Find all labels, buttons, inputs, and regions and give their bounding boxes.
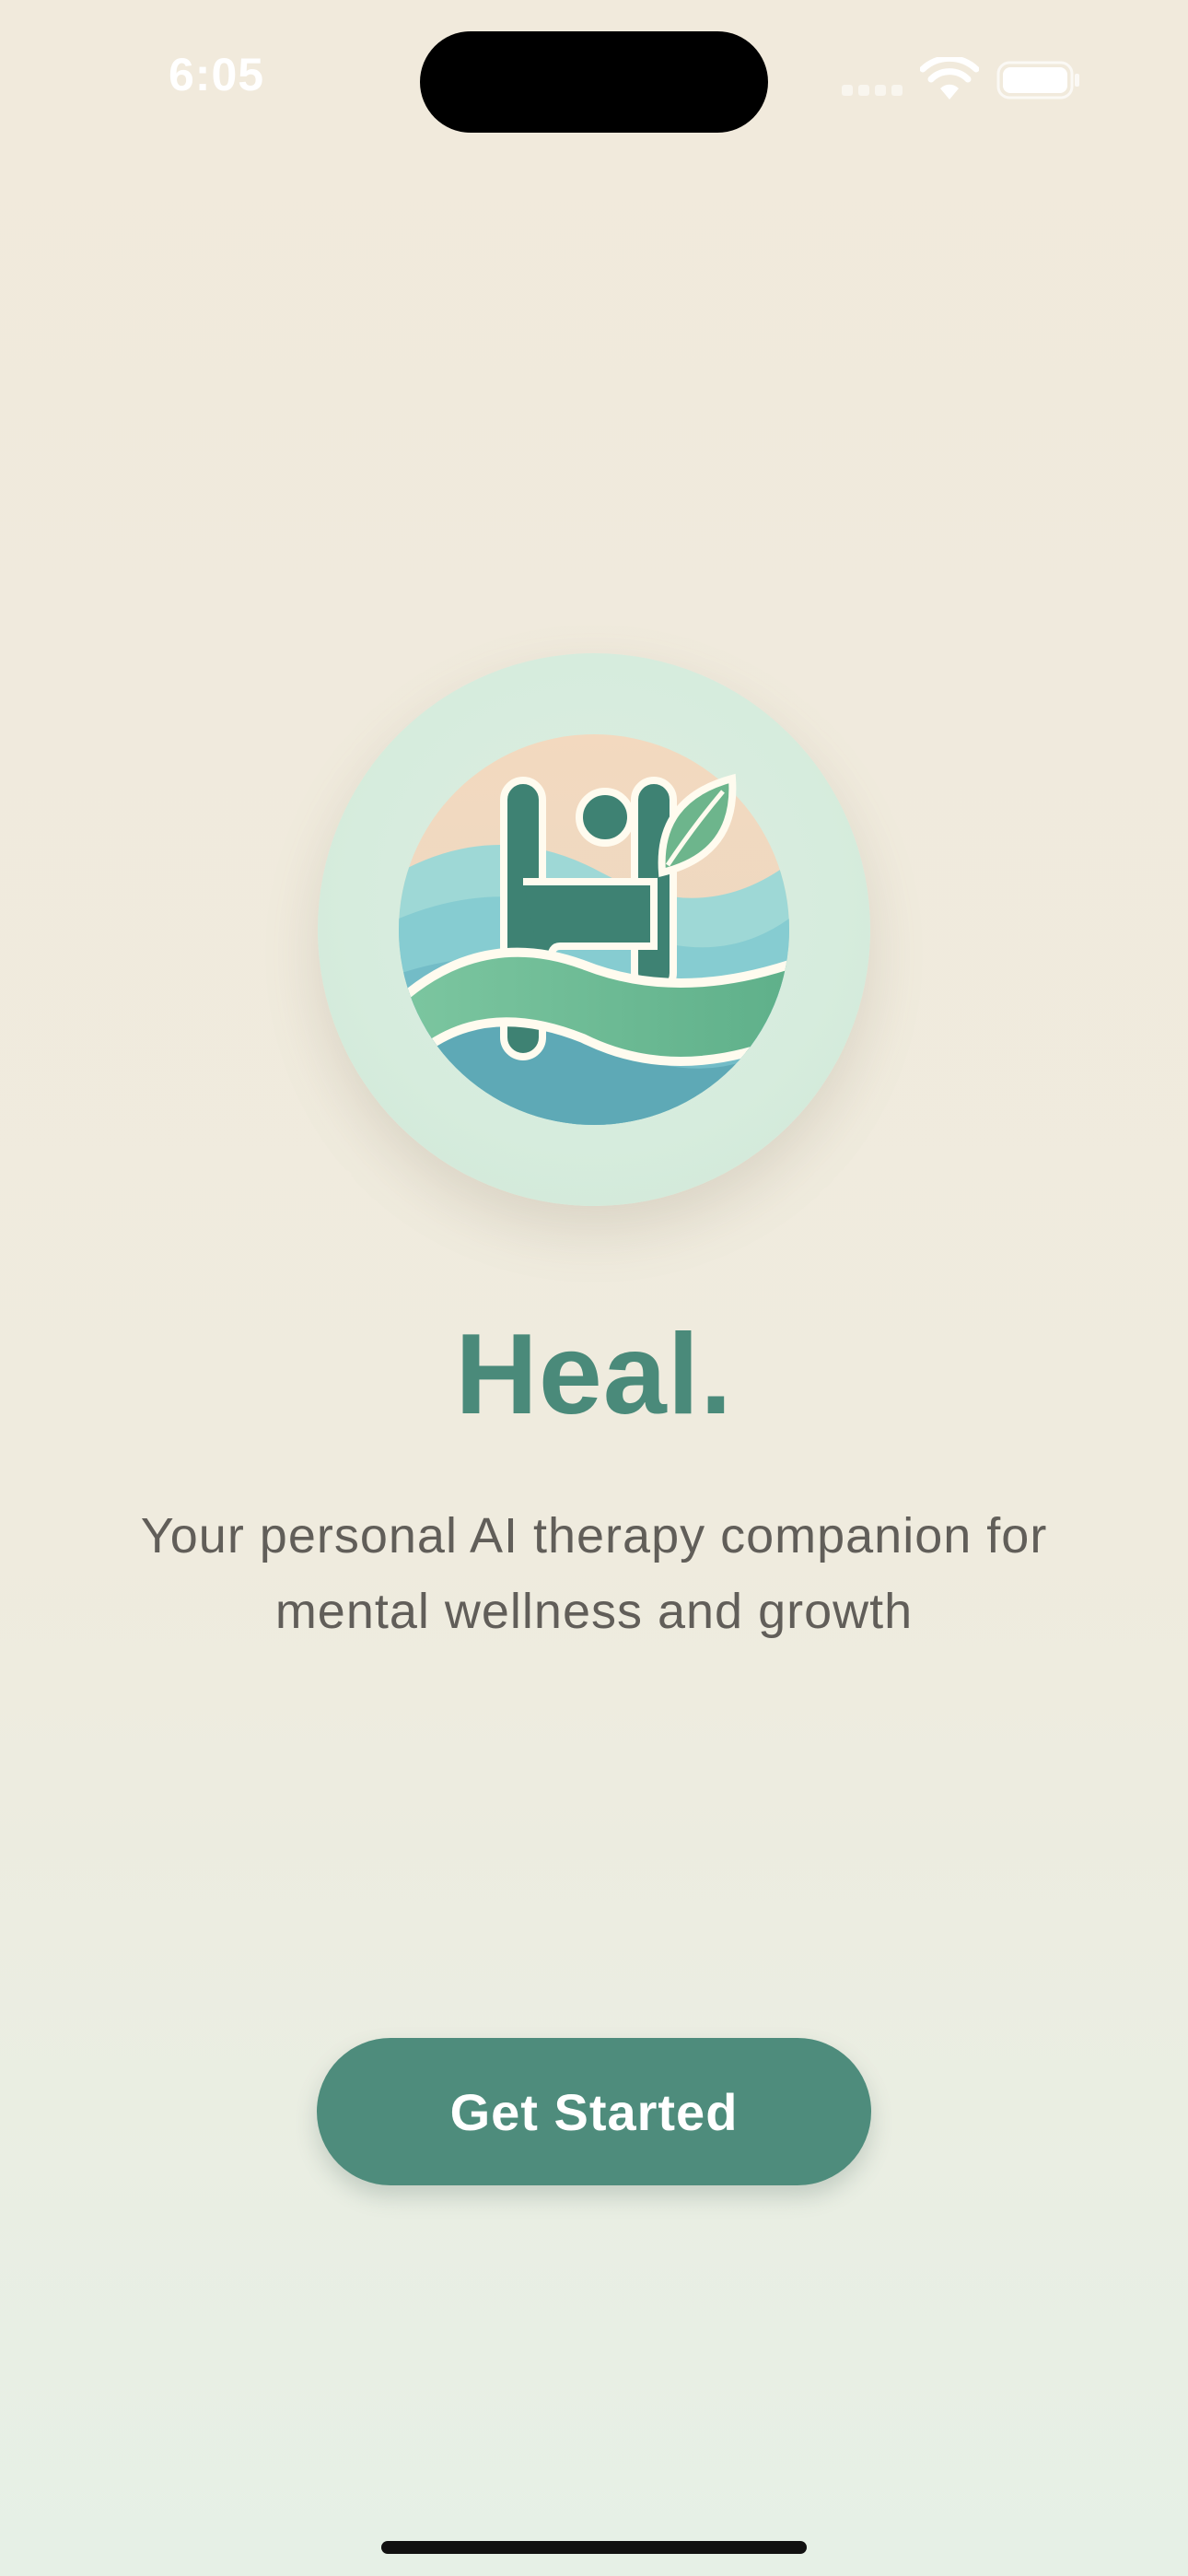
cellular-signal-icon bbox=[842, 83, 903, 96]
app-tagline: Your personal AI therapy companion for m… bbox=[140, 1508, 1048, 1639]
wifi-icon bbox=[920, 57, 979, 100]
dynamic-island bbox=[420, 31, 768, 133]
home-indicator[interactable] bbox=[381, 2541, 807, 2554]
heal-logo-icon bbox=[399, 734, 789, 1125]
app-title: Heal. bbox=[455, 1311, 733, 1438]
logo-badge bbox=[318, 653, 870, 1206]
get-started-button[interactable]: Get Started bbox=[317, 2038, 871, 2185]
battery-icon bbox=[996, 61, 1079, 100]
status-time: 6:05 bbox=[169, 49, 265, 100]
